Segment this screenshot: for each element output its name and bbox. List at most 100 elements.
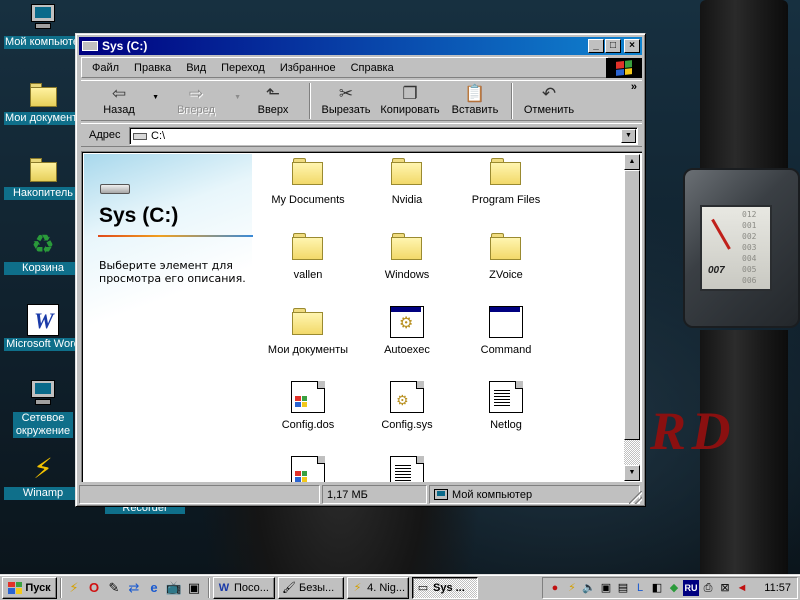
file-item[interactable]: Netlog (456, 381, 556, 432)
ie-icon[interactable]: e (145, 579, 163, 597)
file-name: Config.dos (281, 419, 335, 431)
winamp-icon[interactable]: ⚡ (65, 579, 83, 597)
task-button-explorer[interactable]: ▭ Sys ... (412, 576, 478, 599)
desktop-icon-label: Сетевое окружение (13, 412, 73, 438)
task-button-paint[interactable]: 🖌 Безы... (278, 576, 344, 599)
file-item[interactable] (357, 456, 457, 482)
network-icon[interactable]: ⇄ (125, 579, 143, 597)
desktop-icon-winamp[interactable]: ⚡ Winamp (4, 453, 82, 500)
scroll-down-button[interactable]: ▼ (624, 465, 640, 481)
address-value: C:\ (151, 130, 166, 142)
menu-go[interactable]: Переход (221, 62, 265, 74)
system-tray: ● ⚡ 🔈 ▣ ▤ L ◧ ◆ RU ⎙ ⊠ ◄ 11:57 (542, 577, 798, 599)
volume-icon[interactable]: ◄ (734, 580, 750, 596)
file-item[interactable]: ZVoice (456, 231, 556, 282)
notepad-icon[interactable]: ✎ (105, 579, 123, 597)
web-view-description: Выберите элемент для просмотра его описа… (99, 259, 246, 285)
resize-grip[interactable] (629, 491, 642, 504)
task-button-word[interactable]: W Посо... (213, 576, 275, 599)
vertical-scrollbar[interactable]: ▲ ▼ (624, 154, 640, 481)
window-title: Sys (C:) (102, 39, 148, 53)
paste-button[interactable]: 📋 Вставить (445, 81, 505, 121)
menu-file[interactable]: Файл (92, 62, 119, 74)
watch-number: 001 (742, 221, 757, 230)
speaker-icon[interactable]: 🔈 (581, 580, 597, 596)
chevron-down-icon: ▼ (152, 94, 159, 101)
minimize-button[interactable]: _ (588, 39, 604, 53)
undo-button[interactable]: ↶ Отменить (519, 81, 579, 121)
cut-button[interactable]: ✂ Вырезать (317, 81, 375, 121)
undo-icon: ↶ (541, 84, 557, 103)
address-dropdown-button[interactable]: ▼ (621, 129, 636, 143)
desktop-icon-word[interactable]: Microsoft Word (4, 304, 82, 351)
folder-icon (489, 156, 523, 188)
modem-icon[interactable]: ◧ (649, 580, 665, 596)
file-item[interactable]: Мои документы (258, 306, 358, 357)
file-item[interactable]: Windows (357, 231, 457, 282)
paste-label: Вставить (451, 104, 499, 116)
scissors-icon: ✂ (338, 84, 354, 103)
watch-number: 012 (742, 210, 757, 219)
display-icon[interactable]: ▤ (615, 580, 631, 596)
menu-edit[interactable]: Правка (134, 62, 171, 74)
folder-icon (291, 156, 325, 188)
copy-label: Копировать (380, 104, 440, 116)
file-item[interactable]: ⚙ Autoexec (357, 306, 457, 357)
desktop-icon-my-documents[interactable]: Мои документы (4, 78, 82, 125)
desktop-icon-recycle-bin[interactable]: ♻ Корзина (4, 228, 82, 275)
winamp-icon: ⚡ (353, 581, 362, 594)
start-button[interactable]: Пуск (2, 576, 57, 599)
file-item[interactable]: vallen (258, 231, 358, 282)
language-indicator[interactable]: RU (683, 580, 699, 596)
taskbar-separator (60, 577, 62, 598)
close-button[interactable]: × (624, 39, 640, 53)
explorer-window[interactable]: Sys (C:) _ □ × Файл Правка Вид Переход И… (75, 33, 646, 507)
printer-icon[interactable]: ⎙ (700, 580, 716, 596)
desktop-icon-briefcase[interactable]: Накопитель (4, 153, 82, 200)
desktop-icon-my-computer[interactable]: Мой компьютер (4, 2, 82, 49)
task-label: Sys ... (433, 581, 465, 594)
taskbar-separator (208, 577, 210, 598)
windows-flag-icon (8, 581, 23, 594)
network-status-icon[interactable]: ◆ (666, 580, 682, 596)
desktop-icon-network[interactable]: Сетевое окружение (4, 378, 82, 438)
title-bar[interactable]: Sys (C:) _ □ × (79, 37, 642, 55)
forward-button[interactable]: ⇨ Вперед ▼ (161, 81, 241, 121)
file-item[interactable]: Program Files (456, 156, 556, 207)
watch-face (700, 205, 772, 291)
tv-icon[interactable]: 📺 (165, 579, 183, 597)
scroll-up-button[interactable]: ▲ (624, 154, 640, 170)
maximize-button[interactable]: □ (605, 39, 621, 53)
opera-icon[interactable]: O (85, 579, 103, 597)
application-icon (489, 306, 523, 338)
file-item[interactable]: Config.dos (258, 381, 358, 432)
disconnected-network-icon[interactable]: ⊠ (717, 580, 733, 596)
task-button-winamp[interactable]: ⚡ 4. Nig... (347, 576, 409, 599)
file-item[interactable]: Command (456, 306, 556, 357)
watch-strap (700, 0, 788, 180)
desktop-icon-label: Накопитель (4, 187, 82, 200)
media-icon[interactable]: ▣ (185, 579, 203, 597)
monitor-icon[interactable]: ▣ (598, 580, 614, 596)
copy-button[interactable]: ❐ Копировать (375, 81, 445, 121)
scheduler-icon[interactable]: L (632, 580, 648, 596)
address-field[interactable]: C:\ ▼ (129, 127, 638, 145)
back-button[interactable]: ⇦ Назад ▼ (89, 81, 159, 121)
forward-arrow-icon: ⇨ (188, 84, 204, 103)
clock[interactable]: 11:57 (764, 582, 791, 594)
winamp-icon[interactable]: ⚡ (564, 580, 580, 596)
file-item[interactable]: Nvidia (357, 156, 457, 207)
scroll-thumb[interactable] (624, 170, 640, 440)
forward-label: Вперед (177, 104, 215, 116)
up-button[interactable]: ⬑ Вверх (243, 81, 303, 121)
back-arrow-icon: ⇦ (111, 84, 127, 103)
menu-help[interactable]: Справка (351, 62, 394, 74)
file-item[interactable] (258, 456, 358, 482)
folder-icon (390, 156, 424, 188)
file-item[interactable]: My Documents (258, 156, 358, 207)
toolbar-more-chevron-icon[interactable]: » (631, 81, 637, 93)
antivirus-icon[interactable]: ● (547, 580, 563, 596)
file-item[interactable]: ⚙ Config.sys (357, 381, 457, 432)
menu-view[interactable]: Вид (186, 62, 206, 74)
menu-favorites[interactable]: Избранное (280, 62, 336, 74)
